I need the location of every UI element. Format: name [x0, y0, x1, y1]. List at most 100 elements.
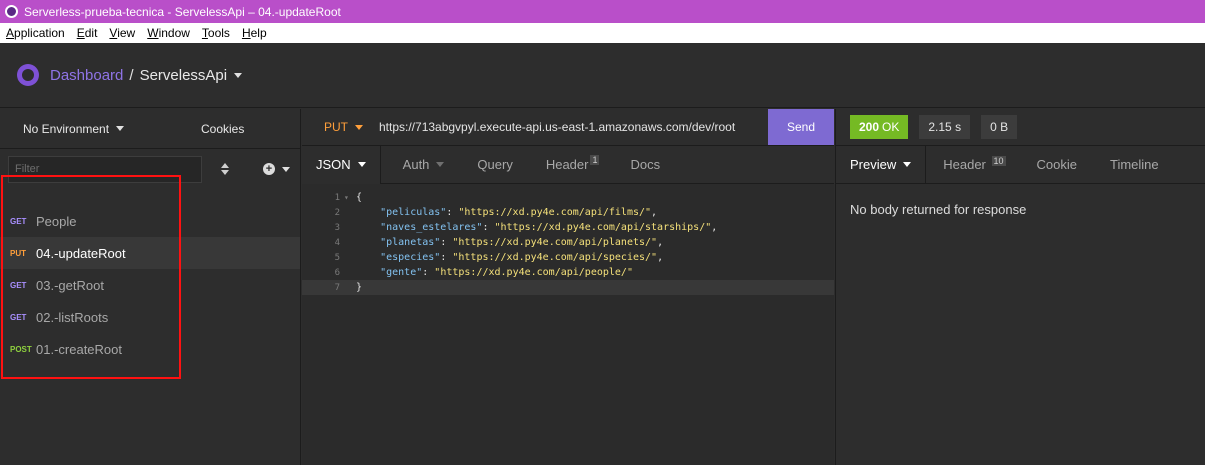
tab-docs-label: Docs	[630, 157, 661, 172]
chevron-down-icon	[357, 162, 366, 167]
menu-tools[interactable]: Tools	[202, 26, 230, 40]
request-item[interactable]: POST 01.-createRoot	[0, 333, 300, 365]
request-name: 04.-updateRoot	[36, 245, 126, 261]
add-request-button[interactable]: +	[263, 163, 290, 175]
method-badge: POST	[10, 344, 32, 354]
tab-cookie-label: Cookie	[1036, 157, 1077, 172]
response-tabs: Preview Header 10 Cookie Timeline	[835, 145, 1205, 184]
json-value: "https://xd.py4e.com/api/planets/"	[452, 237, 658, 248]
status-text: OK	[882, 120, 900, 134]
chevron-down-icon	[436, 162, 445, 167]
menu-view[interactable]: View	[109, 26, 135, 40]
json-key: "planetas"	[380, 237, 441, 248]
method-badge: PUT	[10, 248, 26, 258]
json-key: "gente"	[380, 267, 423, 278]
tab-header-label: Header	[545, 157, 589, 172]
filter-row: +	[0, 149, 300, 189]
line-number: 3	[334, 222, 340, 233]
method-badge: GET	[10, 280, 27, 290]
workspace-selector[interactable]: ServelessApi	[140, 67, 243, 84]
request-item-active[interactable]: PUT 04.-updateRoot	[0, 237, 300, 269]
url-bar: PUT https://713abgvpyl.execute-api.us-ea…	[302, 109, 834, 146]
breadcrumb-dashboard[interactable]: Dashboard	[50, 67, 123, 84]
code-line: 1 ▾ {	[302, 190, 834, 205]
code-line: 6 "gente": "https://xd.py4e.com/api/peop…	[302, 265, 834, 280]
json-body-editor[interactable]: 1 ▾ { 2 "peliculas": "https://xd.py4e.co…	[302, 184, 834, 465]
breadcrumb-separator: /	[129, 66, 134, 84]
tab-body-label: JSON	[316, 157, 351, 172]
sidebar: No Environment Cookies + GET People PUT …	[0, 109, 301, 465]
request-name: People	[36, 213, 77, 229]
request-name: 03.-getRoot	[36, 277, 104, 293]
response-preview: No body returned for response	[835, 184, 1205, 465]
chevron-down-icon	[234, 73, 243, 79]
json-key: "peliculas"	[380, 207, 447, 218]
request-name: 02.-listRoots	[36, 309, 109, 325]
filter-input[interactable]	[8, 155, 202, 183]
request-item[interactable]: GET People	[0, 205, 300, 237]
request-tabs: JSON Auth Query Header 1 Docs	[302, 145, 834, 184]
tab-query[interactable]: Query	[477, 146, 512, 184]
workspace-name: ServelessApi	[139, 66, 228, 84]
code-text: }	[356, 282, 363, 293]
json-comma: ,	[657, 237, 664, 248]
tab-response-header[interactable]: Header 10	[943, 156, 1006, 172]
json-key: "naves_estelares"	[380, 222, 483, 233]
sort-icon[interactable]	[221, 163, 229, 175]
url-input[interactable]: https://713abgvpyl.execute-api.us-east-1…	[379, 120, 764, 134]
tab-preview[interactable]: Preview	[836, 145, 927, 184]
method-badge: GET	[10, 216, 27, 226]
menu-help[interactable]: Help	[242, 26, 267, 40]
json-comma: ,	[657, 252, 664, 263]
request-item[interactable]: GET 03.-getRoot	[0, 269, 300, 301]
code-line: 3 "naves_estelares": "https://xd.py4e.co…	[302, 220, 834, 235]
menu-application[interactable]: Application	[6, 26, 65, 40]
chevron-down-icon	[116, 126, 125, 131]
line-number: 1	[334, 192, 340, 203]
insomnia-logo-icon	[17, 64, 39, 86]
empty-response-message: No body returned for response	[850, 202, 1027, 217]
send-button[interactable]: Send	[768, 109, 834, 145]
tab-query-label: Query	[477, 157, 513, 172]
chevron-down-icon	[282, 166, 290, 172]
app-icon	[5, 5, 18, 18]
cookies-button[interactable]: Cookies	[201, 122, 244, 136]
request-list: GET People PUT 04.-updateRoot GET 03.-ge…	[0, 205, 300, 365]
tab-cookie[interactable]: Cookie	[1037, 157, 1077, 172]
tab-auth[interactable]: Auth	[403, 146, 445, 184]
menu-window[interactable]: Window	[147, 26, 190, 40]
fold-arrow-icon[interactable]: ▾	[344, 193, 356, 202]
menu-edit[interactable]: Edit	[77, 26, 98, 40]
response-size-badge: 0 B	[981, 115, 1018, 139]
app-header: Dashboard / ServelessApi	[0, 43, 1205, 108]
line-number: 2	[334, 207, 340, 218]
method-selector[interactable]: PUT	[324, 120, 363, 134]
tab-header[interactable]: Header 1	[546, 146, 600, 184]
environment-label: No Environment	[23, 121, 110, 136]
json-comma: ,	[711, 222, 718, 233]
code-line: 2 "peliculas": "https://xd.py4e.com/api/…	[302, 205, 834, 220]
code-line: 5 "especies": "https://xd.py4e.com/api/s…	[302, 250, 834, 265]
chevron-down-icon	[903, 162, 912, 167]
code-text: {	[356, 192, 363, 203]
window-titlebar: Serverless-prueba-tecnica - ServelessApi…	[0, 0, 1205, 23]
request-item[interactable]: GET 02.-listRoots	[0, 301, 300, 333]
line-number: 7	[334, 282, 340, 293]
tab-timeline-label: Timeline	[1110, 157, 1159, 172]
json-value: "https://xd.py4e.com/api/species/"	[452, 252, 658, 263]
header-count-badge: 10	[991, 156, 1006, 166]
tab-docs[interactable]: Docs	[630, 146, 660, 184]
tab-body[interactable]: JSON	[302, 145, 381, 184]
json-value: "https://xd.py4e.com/api/films/"	[458, 207, 652, 218]
tab-auth-label: Auth	[402, 157, 430, 172]
response-status-bar: 200 OK 2.15 s 0 B	[835, 109, 1205, 146]
method-label: PUT	[324, 120, 348, 134]
plus-circle-icon: +	[263, 163, 275, 175]
code-line-current: 7 }	[302, 280, 834, 295]
tab-preview-label: Preview	[850, 157, 897, 172]
line-number: 5	[334, 252, 340, 263]
environment-selector[interactable]: No Environment	[23, 122, 193, 136]
tab-timeline[interactable]: Timeline	[1110, 157, 1159, 172]
chevron-down-icon	[355, 124, 363, 130]
request-name: 01.-createRoot	[36, 341, 122, 357]
